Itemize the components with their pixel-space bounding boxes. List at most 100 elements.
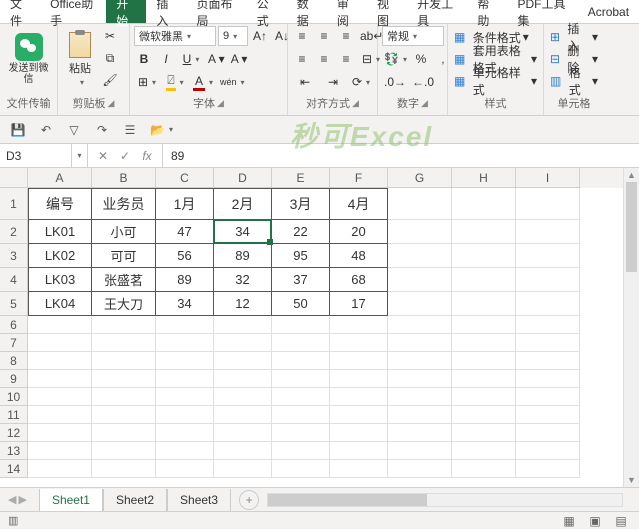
cell[interactable] [28, 334, 92, 352]
cell[interactable]: 4月 [330, 188, 388, 220]
cell[interactable] [92, 388, 156, 406]
cell[interactable]: 2月 [214, 188, 272, 220]
cell[interactable]: 3月 [272, 188, 330, 220]
cell[interactable] [330, 352, 388, 370]
cell[interactable] [388, 352, 452, 370]
cell[interactable] [452, 460, 516, 478]
cell[interactable] [28, 352, 92, 370]
view-break-button[interactable]: ▤ [611, 511, 631, 531]
clipboard-dialog-launcher[interactable]: ◢ [108, 98, 115, 109]
italic-button[interactable]: I [156, 49, 176, 69]
sheet-nav-prev[interactable]: ◀ [8, 493, 16, 506]
sheet-tab-1[interactable]: Sheet1 [39, 489, 103, 513]
cell[interactable] [156, 370, 214, 388]
formula-input[interactable]: 89 [163, 144, 639, 167]
cell[interactable]: LK02 [28, 244, 92, 268]
qat-save-button[interactable]: 💾 [8, 120, 28, 140]
scroll-down-button[interactable]: ▼ [624, 473, 639, 487]
name-box-dropdown[interactable]: ▾ [72, 144, 88, 167]
cell[interactable] [388, 460, 452, 478]
sheet-tab-2[interactable]: Sheet2 [103, 489, 167, 513]
cell[interactable] [156, 460, 214, 478]
align-left-button[interactable]: ≡ [292, 49, 312, 69]
cell[interactable]: LK01 [28, 220, 92, 244]
cell[interactable] [452, 334, 516, 352]
cell[interactable] [516, 316, 580, 334]
cell[interactable] [92, 442, 156, 460]
cell[interactable] [452, 388, 516, 406]
menu-page-layout[interactable]: 页面布局 [186, 0, 246, 23]
cell[interactable] [156, 424, 214, 442]
cell[interactable] [272, 424, 330, 442]
cell[interactable] [28, 370, 92, 388]
cell[interactable]: 12 [214, 292, 272, 316]
cut-button[interactable]: ✂ [100, 26, 120, 46]
cell[interactable] [272, 370, 330, 388]
sheet-nav-next[interactable]: ▶ [18, 493, 26, 506]
copy-button[interactable]: ⧉ [100, 48, 120, 68]
cell[interactable] [28, 388, 92, 406]
align-bottom-button[interactable]: ≡ [336, 26, 356, 46]
row-header-6[interactable]: 6 [0, 316, 28, 334]
cell[interactable] [452, 352, 516, 370]
cell[interactable] [330, 370, 388, 388]
cell[interactable] [452, 268, 516, 292]
cell[interactable]: 1月 [156, 188, 214, 220]
cell[interactable] [452, 188, 516, 220]
cell[interactable]: 张盛茗 [92, 268, 156, 292]
cell[interactable] [388, 334, 452, 352]
cell[interactable] [388, 268, 452, 292]
cell[interactable]: 20 [330, 220, 388, 244]
cell[interactable]: 56 [156, 244, 214, 268]
cell[interactable] [92, 316, 156, 334]
cell[interactable] [516, 406, 580, 424]
cell[interactable] [388, 424, 452, 442]
cell[interactable]: 34 [214, 220, 272, 244]
paste-button[interactable]: 粘贴 ▾ [62, 26, 98, 92]
hscroll-thumb[interactable] [268, 494, 427, 506]
view-normal-button[interactable]: ▦ [559, 511, 579, 531]
cell[interactable] [214, 370, 272, 388]
align-top-button[interactable]: ≡ [292, 26, 312, 46]
cell[interactable] [156, 388, 214, 406]
align-center-button[interactable]: ≡ [314, 49, 334, 69]
cell[interactable] [92, 406, 156, 424]
cell-styles-button[interactable]: ▦ 单元格样式 ▾ [452, 72, 539, 90]
cell[interactable] [452, 442, 516, 460]
cell[interactable] [214, 406, 272, 424]
cell[interactable]: 48 [330, 244, 388, 268]
formula-enter-button[interactable]: ✓ [116, 149, 134, 163]
font-name-select[interactable]: 微软雅黑▾ [134, 26, 216, 46]
currency-button[interactable]: 💱▾ [382, 49, 409, 69]
menu-home[interactable]: 开始 [106, 0, 146, 23]
cell[interactable] [28, 442, 92, 460]
menu-view[interactable]: 视图 [367, 0, 407, 23]
menu-insert[interactable]: 插入 [146, 0, 186, 23]
menu-file[interactable]: 文件 [0, 0, 40, 23]
decrease-indent-button[interactable]: ⇤ [292, 72, 318, 92]
cell[interactable] [28, 406, 92, 424]
align-right-button[interactable]: ≡ [336, 49, 356, 69]
cell[interactable] [388, 406, 452, 424]
row-header-8[interactable]: 8 [0, 352, 28, 370]
menu-review[interactable]: 审阅 [327, 0, 367, 23]
cell[interactable] [214, 352, 272, 370]
col-header-F[interactable]: F [330, 168, 388, 188]
align-middle-button[interactable]: ≡ [314, 26, 334, 46]
insert-function-button[interactable]: fx [138, 149, 156, 163]
col-header-H[interactable]: H [452, 168, 516, 188]
cell[interactable]: 32 [214, 268, 272, 292]
cell[interactable]: 可可 [92, 244, 156, 268]
cell[interactable]: 47 [156, 220, 214, 244]
horizontal-scrollbar[interactable] [267, 493, 623, 507]
align-dialog-launcher[interactable]: ◢ [352, 98, 359, 109]
row-header-7[interactable]: 7 [0, 334, 28, 352]
scroll-up-button[interactable]: ▲ [624, 168, 639, 182]
cell[interactable] [156, 442, 214, 460]
number-format-select[interactable]: 常规▾ [382, 26, 444, 46]
orientation-button[interactable]: ⟳▾ [348, 72, 374, 92]
cell[interactable] [388, 388, 452, 406]
cell[interactable] [330, 424, 388, 442]
cell[interactable]: 22 [272, 220, 330, 244]
cell[interactable] [28, 460, 92, 478]
